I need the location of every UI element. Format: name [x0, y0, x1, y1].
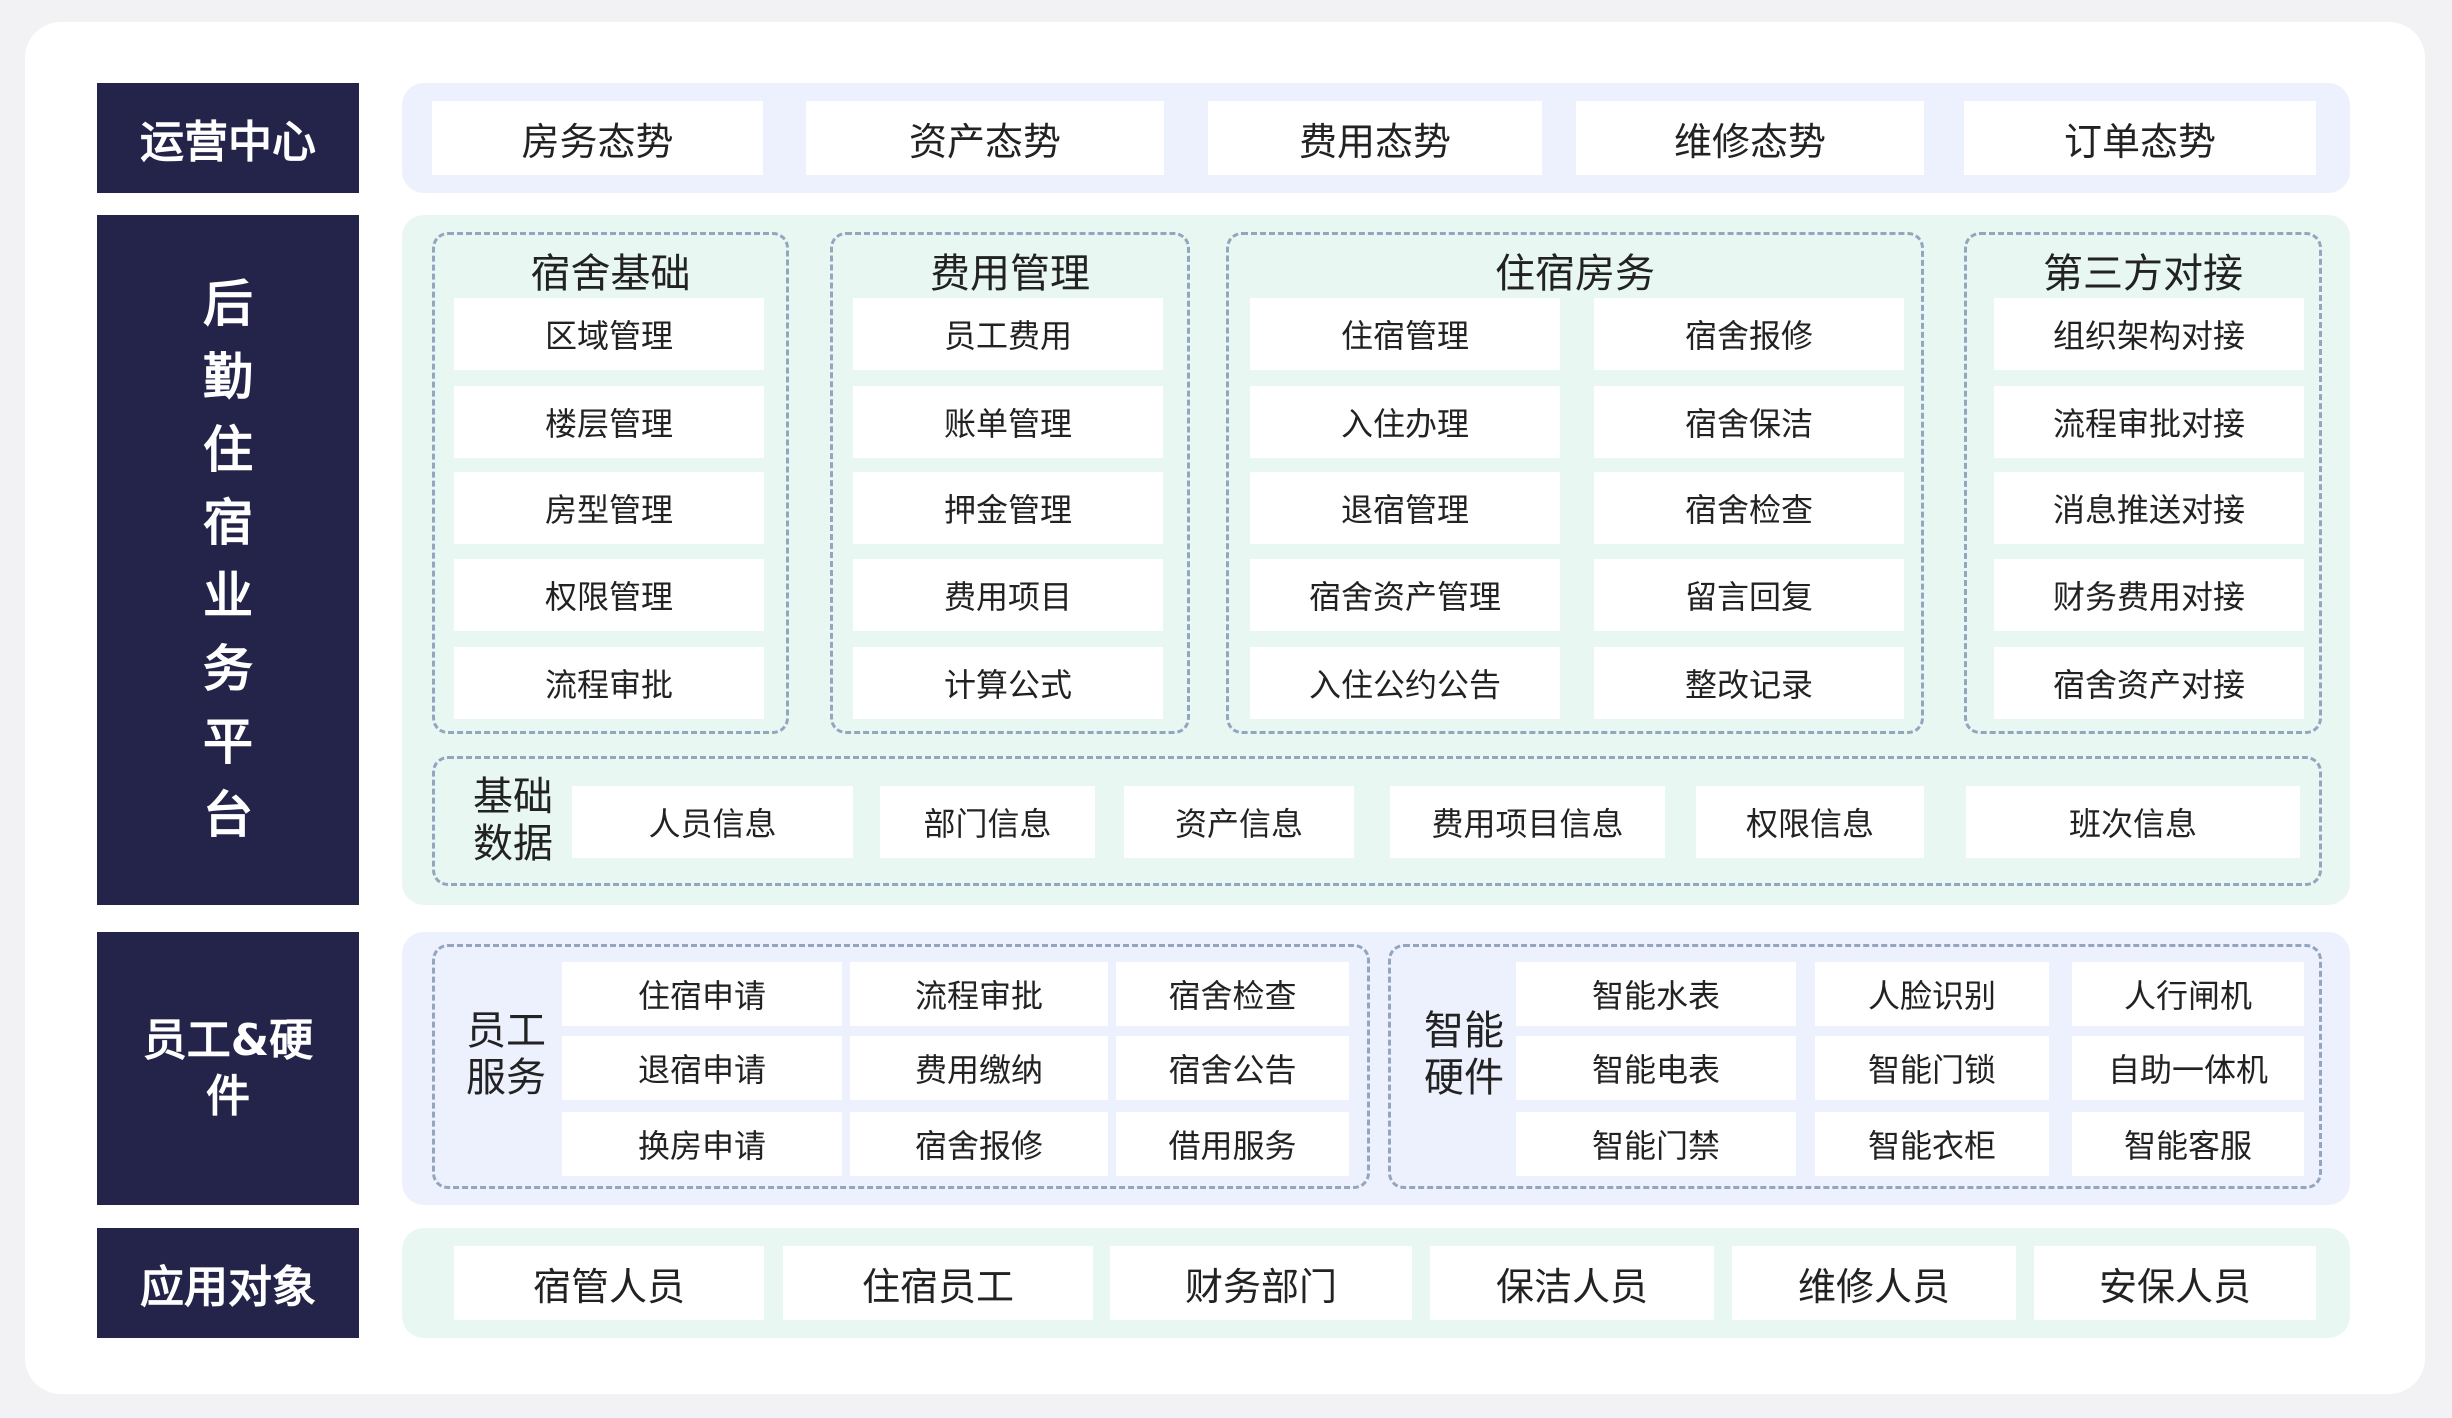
housing-affairs-item: 宿舍资产管理 — [1250, 559, 1560, 631]
employee-service-item: 费用缴纳 — [850, 1036, 1108, 1100]
employee-service-item: 住宿申请 — [562, 962, 842, 1026]
housing-affairs-item: 整改记录 — [1594, 647, 1904, 719]
base-data-item: 权限信息 — [1696, 786, 1924, 858]
platform-label-char: 住 — [203, 421, 253, 479]
ops-item-room-status: 房务态势 — [432, 101, 763, 175]
dorm-basics-item: 权限管理 — [454, 559, 764, 631]
employee-service-item: 流程审批 — [850, 962, 1108, 1026]
smart-hardware-label-line: 硬件 — [1424, 1055, 1504, 1101]
platform-label-char: 务 — [203, 640, 253, 698]
platform-label-char: 业 — [203, 567, 253, 625]
fee-management-item: 账单管理 — [853, 386, 1163, 458]
employee-hardware-label-line: 员工&硬 — [142, 1014, 314, 1066]
label-employee-hardware: 员工&硬 件 — [97, 932, 359, 1205]
employee-service-item: 宿舍公告 — [1116, 1036, 1349, 1100]
smart-hardware-label-line: 智能 — [1424, 1008, 1504, 1054]
smart-hardware-item: 智能门锁 — [1815, 1036, 2049, 1100]
third-party-item: 消息推送对接 — [1994, 472, 2304, 544]
dorm-basics-item: 房型管理 — [454, 472, 764, 544]
group-title-fee-management: 费用管理 — [930, 251, 1090, 297]
audience-item: 住宿员工 — [783, 1246, 1093, 1320]
employee-service-item: 换房申请 — [562, 1112, 842, 1176]
smart-hardware-item: 自助一体机 — [2072, 1036, 2304, 1100]
ops-item-order-status: 订单态势 — [1964, 101, 2316, 175]
housing-affairs-item: 留言回复 — [1594, 559, 1904, 631]
smart-hardware-item: 智能门禁 — [1516, 1112, 1796, 1176]
smart-hardware-item: 智能水表 — [1516, 962, 1796, 1026]
base-data-label-line: 基础 — [473, 774, 553, 820]
base-data-item: 部门信息 — [880, 786, 1095, 858]
third-party-item: 财务费用对接 — [1994, 559, 2304, 631]
dorm-basics-item: 楼层管理 — [454, 386, 764, 458]
employee-services-label: 员工 服务 — [456, 1000, 556, 1110]
smart-hardware-item: 智能客服 — [2072, 1112, 2304, 1176]
housing-affairs-item: 宿舍检查 — [1594, 472, 1904, 544]
smart-hardware-label: 智能 硬件 — [1414, 1000, 1514, 1110]
base-data-item: 费用项目信息 — [1390, 786, 1665, 858]
housing-affairs-item: 退宿管理 — [1250, 472, 1560, 544]
base-data-item: 资产信息 — [1124, 786, 1354, 858]
audience-item: 安保人员 — [2034, 1246, 2316, 1320]
employee-services-label-line: 服务 — [466, 1055, 546, 1101]
base-data-item: 班次信息 — [1966, 786, 2300, 858]
audience-item: 财务部门 — [1110, 1246, 1412, 1320]
housing-affairs-item: 住宿管理 — [1250, 298, 1560, 370]
smart-hardware-item: 人行闸机 — [2072, 962, 2304, 1026]
audience-item: 维修人员 — [1732, 1246, 2016, 1320]
smart-hardware-item: 智能衣柜 — [1815, 1112, 2049, 1176]
third-party-item: 组织架构对接 — [1994, 298, 2304, 370]
platform-label-char: 勤 — [203, 348, 253, 406]
group-title-housing-affairs: 住宿房务 — [1495, 251, 1655, 297]
base-data-label: 基础 数据 — [458, 771, 568, 871]
housing-affairs-item: 入住办理 — [1250, 386, 1560, 458]
label-operations-center: 运营中心 — [97, 83, 359, 193]
group-title-third-party: 第三方对接 — [2043, 251, 2243, 297]
ops-item-asset-status: 资产态势 — [806, 101, 1164, 175]
ops-item-fee-status: 费用态势 — [1208, 101, 1542, 175]
base-data-label-line: 数据 — [473, 821, 553, 867]
audience-item: 宿管人员 — [454, 1246, 764, 1320]
fee-management-item: 员工费用 — [853, 298, 1163, 370]
platform-label-char: 宿 — [203, 494, 253, 552]
employee-service-item: 退宿申请 — [562, 1036, 842, 1100]
employee-service-item: 宿舍检查 — [1116, 962, 1349, 1026]
employee-services-label-line: 员工 — [466, 1008, 546, 1054]
third-party-item: 流程审批对接 — [1994, 386, 2304, 458]
smart-hardware-item: 智能电表 — [1516, 1036, 1796, 1100]
label-logistics-platform: 后 勤 住 宿 业 务 平 台 — [97, 215, 359, 905]
group-title-dorm-basics: 宿舍基础 — [530, 251, 691, 297]
platform-label-char: 台 — [203, 786, 253, 844]
dorm-basics-item: 区域管理 — [454, 298, 764, 370]
fee-management-item: 计算公式 — [853, 647, 1163, 719]
audience-item: 保洁人员 — [1430, 1246, 1714, 1320]
base-data-item: 人员信息 — [572, 786, 853, 858]
dorm-basics-item: 流程审批 — [454, 647, 764, 719]
ops-item-repair-status: 维修态势 — [1576, 101, 1924, 175]
platform-label-char: 平 — [203, 713, 253, 771]
housing-affairs-item: 宿舍报修 — [1594, 298, 1904, 370]
employee-hardware-label-line: 件 — [206, 1070, 250, 1122]
smart-hardware-item: 人脸识别 — [1815, 962, 2049, 1026]
fee-management-item: 押金管理 — [853, 472, 1163, 544]
housing-affairs-item: 宿舍保洁 — [1594, 386, 1904, 458]
employee-service-item: 借用服务 — [1116, 1112, 1349, 1176]
fee-management-item: 费用项目 — [853, 559, 1163, 631]
label-application-targets: 应用对象 — [97, 1228, 359, 1338]
platform-label-char: 后 — [203, 275, 253, 333]
employee-service-item: 宿舍报修 — [850, 1112, 1108, 1176]
housing-affairs-item: 入住公约公告 — [1250, 647, 1560, 719]
third-party-item: 宿舍资产对接 — [1994, 647, 2304, 719]
